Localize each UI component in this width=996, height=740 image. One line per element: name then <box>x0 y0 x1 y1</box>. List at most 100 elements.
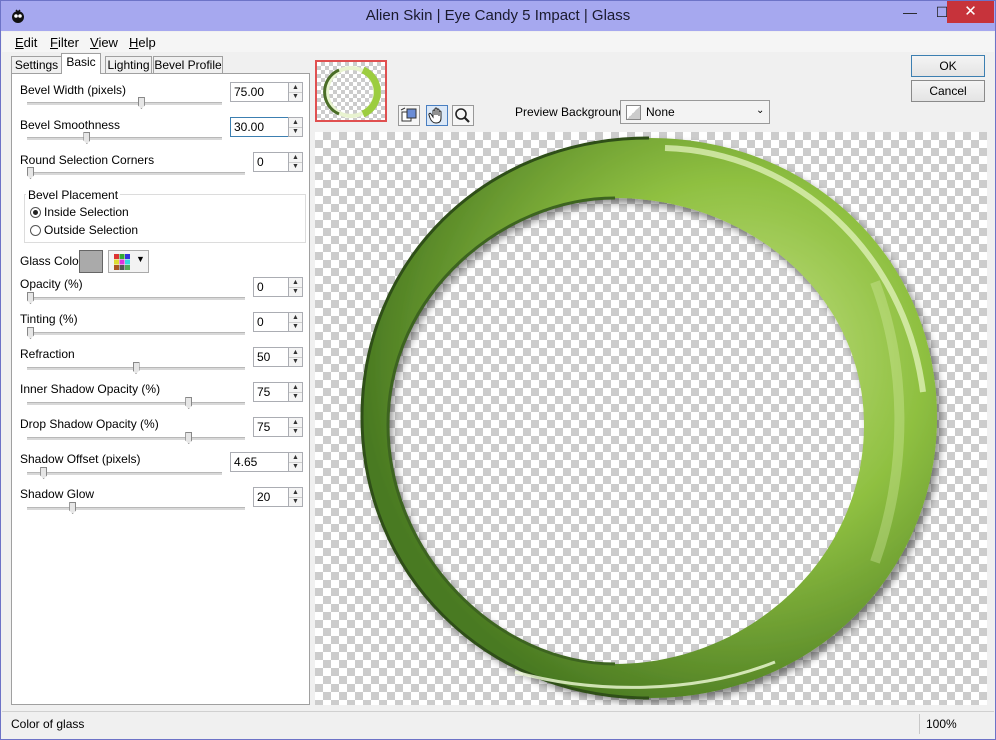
drop-shadow-input[interactable] <box>253 417 289 437</box>
inner-shadow-input[interactable] <box>253 382 289 402</box>
spin-down-icon[interactable]: ▼ <box>289 427 302 436</box>
refraction-slider-thumb[interactable] <box>132 362 140 374</box>
opacity-input[interactable] <box>253 277 289 297</box>
menu-edit-key: E <box>15 35 24 50</box>
drop-shadow-spinner[interactable]: ▲▼ <box>253 417 303 437</box>
round-corners-spinner[interactable]: ▲▼ <box>253 152 303 172</box>
shadow-glow-slider-thumb[interactable] <box>69 502 77 514</box>
glass-color-swatch[interactable] <box>79 250 103 273</box>
tab-bevel-profile[interactable]: Bevel Profile <box>153 56 223 73</box>
opacity-slider-thumb[interactable] <box>27 292 34 304</box>
tinting-slider-thumb[interactable] <box>27 327 34 339</box>
menu-edit[interactable]: Edit <box>15 35 37 50</box>
tab-lighting[interactable]: Lighting <box>105 56 152 73</box>
preview-canvas[interactable] <box>315 132 987 705</box>
round-corners-spin-arrows[interactable]: ▲ ▼ <box>288 152 303 172</box>
shadow-glow-label: Shadow Glow <box>20 487 95 501</box>
tinting-input[interactable] <box>253 312 289 332</box>
spin-down-icon[interactable]: ▼ <box>289 92 302 101</box>
bevel-smoothness-slider-track[interactable] <box>27 137 222 140</box>
bevel-smoothness-spin-arrows[interactable]: ▲ ▼ <box>288 117 303 137</box>
color-picker-button[interactable]: ▼ <box>108 250 149 273</box>
bevel-width-spinner[interactable]: ▲▼ <box>230 82 303 102</box>
glass-color-label: Glass Color <box>20 254 83 268</box>
glass-ring-preview <box>360 136 937 700</box>
opacity-spinner[interactable]: ▲▼ <box>253 277 303 297</box>
spin-down-icon[interactable]: ▼ <box>289 127 302 136</box>
color-grid-icon <box>114 254 130 270</box>
drop-shadow-spin-arrows[interactable]: ▲ ▼ <box>288 417 303 437</box>
zoom-level: 100% <box>926 717 957 731</box>
menu-help[interactable]: Help <box>129 35 156 50</box>
tinting-label: Tinting (%) <box>20 312 78 326</box>
ok-button[interactable]: OK <box>911 55 985 77</box>
tinting-spinner[interactable]: ▲▼ <box>253 312 303 332</box>
hand-tool-button[interactable] <box>426 105 448 126</box>
menu-view[interactable]: View <box>90 35 118 50</box>
preview-background-select[interactable]: None ⌄ <box>620 100 770 124</box>
tinting-slider-track[interactable] <box>27 332 245 335</box>
shadow-glow-input[interactable] <box>253 487 289 507</box>
refraction-input[interactable] <box>253 347 289 367</box>
bevel-width-slider-track[interactable] <box>27 102 222 105</box>
opacity-slider-track[interactable] <box>27 297 245 300</box>
spin-down-icon[interactable]: ▼ <box>289 322 302 331</box>
spin-down-icon[interactable]: ▼ <box>289 462 302 471</box>
drop-shadow-slider-track[interactable] <box>27 437 245 440</box>
navigator-thumbnail[interactable] <box>315 60 387 122</box>
preview-toggle-button[interactable] <box>398 105 420 126</box>
menu-view-label: iew <box>98 35 118 50</box>
menu-filter-key: F <box>50 35 58 50</box>
bevel-width-slider-thumb[interactable] <box>137 97 145 109</box>
bevel-width-spin-arrows[interactable]: ▲ ▼ <box>288 82 303 102</box>
outside-selection-label[interactable]: Outside Selection <box>44 223 138 237</box>
refraction-spin-arrows[interactable]: ▲ ▼ <box>288 347 303 367</box>
status-divider <box>919 714 920 734</box>
none-swatch-icon <box>626 105 641 120</box>
round-corners-input[interactable] <box>253 152 289 172</box>
menu-help-key: H <box>129 35 139 50</box>
inner-shadow-spinner[interactable]: ▲▼ <box>253 382 303 402</box>
minimize-button[interactable]: — <box>894 1 926 23</box>
inner-shadow-slider-thumb[interactable] <box>185 397 193 409</box>
zoom-tool-button[interactable] <box>452 105 474 126</box>
inner-shadow-spin-arrows[interactable]: ▲ ▼ <box>288 382 303 402</box>
drop-shadow-slider-thumb[interactable] <box>185 432 193 444</box>
round-corners-slider-track[interactable] <box>27 172 245 175</box>
tab-settings[interactable]: Settings <box>11 56 62 73</box>
spin-down-icon[interactable]: ▼ <box>289 357 302 366</box>
shadow-glow-spinner[interactable]: ▲▼ <box>253 487 303 507</box>
bevel-smoothness-input[interactable] <box>230 117 289 137</box>
spin-down-icon[interactable]: ▼ <box>289 392 302 401</box>
inside-selection-label[interactable]: Inside Selection <box>44 205 129 219</box>
inside-selection-radio[interactable] <box>30 207 41 218</box>
hand-icon <box>428 107 442 124</box>
tinting-spin-arrows[interactable]: ▲ ▼ <box>288 312 303 332</box>
spin-down-icon[interactable]: ▼ <box>289 162 302 171</box>
preview-background-value: None <box>646 105 675 119</box>
shadow-offset-spinner[interactable]: ▲▼ <box>230 452 303 472</box>
outside-selection-radio[interactable] <box>30 225 41 236</box>
shadow-offset-input[interactable] <box>230 452 289 472</box>
thumbnail-ring <box>323 66 381 118</box>
bevel-placement-title: Bevel Placement <box>26 188 121 202</box>
inner-shadow-slider-track[interactable] <box>27 402 245 405</box>
opacity-spin-arrows[interactable]: ▲ ▼ <box>288 277 303 297</box>
shadow-glow-slider-track[interactable] <box>27 507 245 510</box>
shadow-offset-slider-thumb[interactable] <box>40 467 48 479</box>
cancel-button[interactable]: Cancel <box>911 80 985 102</box>
spin-down-icon[interactable]: ▼ <box>289 287 302 296</box>
bevel-smoothness-slider-thumb[interactable] <box>83 132 91 144</box>
bevel-smoothness-spinner[interactable]: ▲▼ <box>230 117 303 137</box>
round-corners-slider-thumb[interactable] <box>27 167 34 179</box>
bevel-width-input[interactable] <box>230 82 289 102</box>
shadow-offset-slider-track[interactable] <box>27 472 222 475</box>
refraction-spinner[interactable]: ▲▼ <box>253 347 303 367</box>
tab-basic[interactable]: Basic <box>61 53 101 74</box>
menu-filter[interactable]: Filter <box>50 35 79 50</box>
shadow-offset-spin-arrows[interactable]: ▲ ▼ <box>288 452 303 472</box>
spin-down-icon[interactable]: ▼ <box>289 497 302 506</box>
preview-background-label: Preview Background: <box>515 105 629 119</box>
shadow-glow-spin-arrows[interactable]: ▲ ▼ <box>288 487 303 507</box>
close-button[interactable]: ✕ <box>947 1 994 23</box>
